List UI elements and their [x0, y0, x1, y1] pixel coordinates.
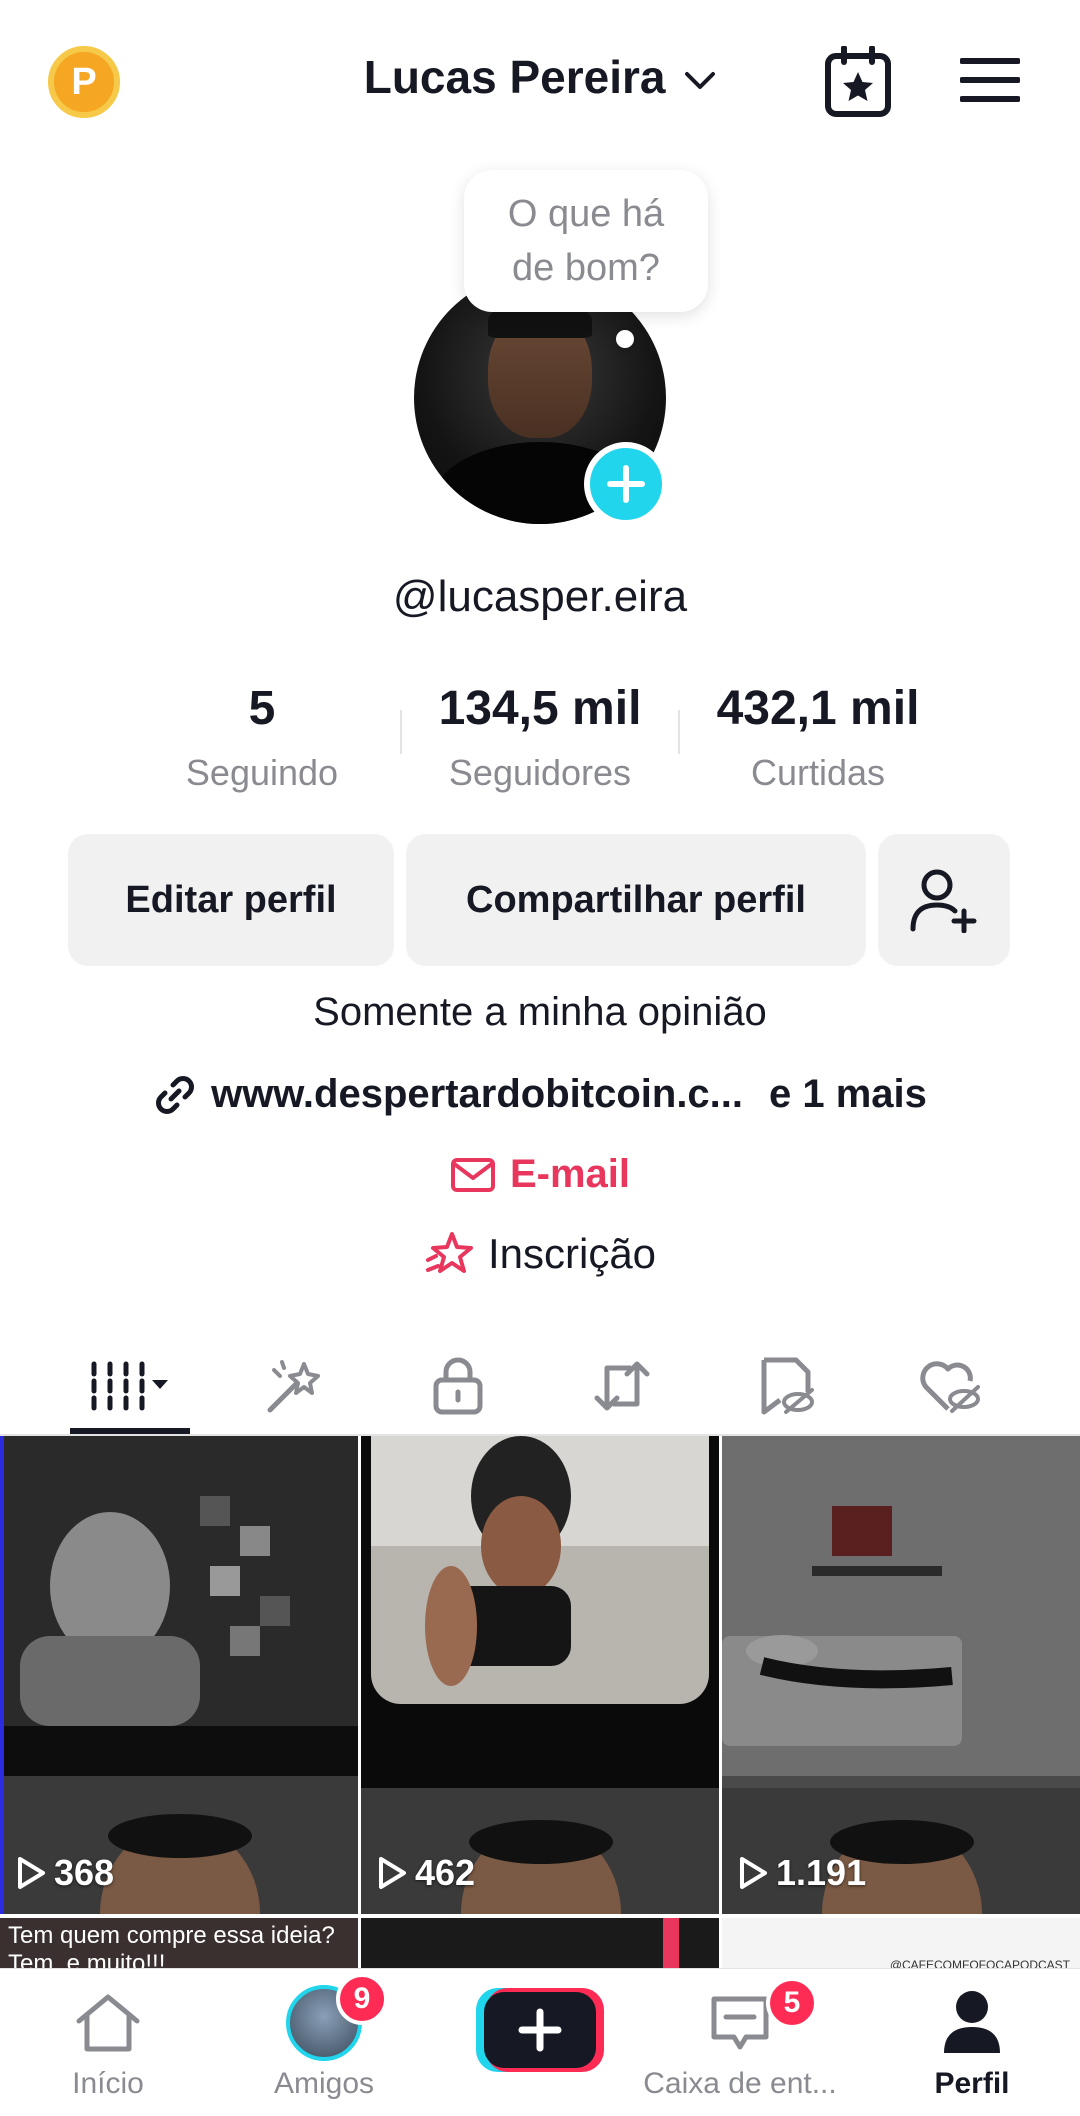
link-icon: [156, 1075, 195, 1114]
home-icon: [76, 1994, 140, 2052]
video-thumbnail[interactable]: 368: [0, 1436, 358, 1914]
profile-icon: [944, 1991, 1000, 2053]
friends-badge: 9: [336, 1973, 388, 2025]
magic-wand-icon: [267, 1360, 320, 1413]
view-count: 368: [16, 1852, 114, 1894]
more-links[interactable]: e 1 mais: [769, 1072, 927, 1117]
profile-name: Lucas Pereira: [363, 51, 666, 103]
nav-profile-label: Perfil: [934, 2067, 1010, 2100]
repost-icon: [594, 1361, 650, 1411]
stat-likes[interactable]: 432,1 mil Curtidas: [688, 676, 948, 794]
videos-grid-icon: [91, 1361, 168, 1411]
thumbnail-image: [361, 1436, 719, 1914]
account-switcher[interactable]: Lucas Pereira: [0, 50, 1080, 104]
video-thumbnail[interactable]: 1.191: [722, 1436, 1080, 1914]
nav-profile[interactable]: Perfil: [872, 1985, 1072, 2115]
nav-home[interactable]: Início: [8, 1985, 208, 2115]
play-icon: [740, 1857, 767, 1889]
view-count-value: 368: [54, 1852, 115, 1893]
stat-divider: [678, 710, 680, 754]
website-link-text: www.despertardobitcoin.c...: [211, 1072, 744, 1116]
liked-hidden-icon: [920, 1361, 980, 1413]
stat-divider: [400, 710, 402, 754]
add-user-icon: [910, 869, 977, 933]
plus-icon: [607, 465, 645, 503]
nav-friends[interactable]: 9 Amigos: [224, 1973, 424, 2115]
username: @lucasper.eira: [392, 572, 688, 621]
status-bubble[interactable]: O que há de bom?: [464, 170, 708, 312]
thumbnail-image: [0, 1436, 358, 1914]
video-thumbnail[interactable]: 462: [361, 1436, 719, 1914]
tab-reposts[interactable]: [562, 1336, 682, 1436]
create-button[interactable]: [476, 1988, 604, 2072]
nav-inbox-label: Caixa de ent...: [643, 2067, 837, 2100]
share-profile-label: Compartilhar perfil: [466, 878, 806, 921]
inbox-badge: 5: [766, 1977, 818, 2029]
email-link[interactable]: E-mail: [0, 1152, 1080, 1197]
edit-profile-label: Editar perfil: [125, 878, 337, 921]
email-link-text: E-mail: [509, 1152, 631, 1196]
stat-likes-label: Curtidas: [750, 752, 886, 793]
stats-row: 5 Seguindo 134,5 mil Seguidores 432,1 mi…: [0, 676, 1080, 806]
stat-following-value: 5: [248, 682, 276, 735]
stat-following[interactable]: 5 Seguindo: [132, 676, 392, 794]
calendar-star-icon[interactable]: [824, 46, 892, 118]
view-count-value: 1.191: [776, 1852, 867, 1893]
video-grid: 368 462 1.191 Tem quem compre essa ideia…: [0, 1436, 1080, 1968]
video-thumbnail[interactable]: Tem quem compre essa ideia? Tem, e muito…: [0, 1918, 358, 1968]
stat-following-label: Seguindo: [185, 752, 339, 793]
thumbnail-image: [722, 1436, 1080, 1914]
tab-private[interactable]: [398, 1336, 518, 1436]
top-bar: P Lucas Pereira: [0, 0, 1080, 160]
view-count: 462: [377, 1852, 475, 1894]
bubble-tail: [616, 330, 634, 348]
bio-text: Somente a minha opinião: [313, 990, 767, 1034]
nav-friends-label: Amigos: [273, 2067, 375, 2100]
view-count: 1.191: [738, 1852, 866, 1894]
status-bubble-text: O que há de bom?: [507, 193, 665, 289]
nav-inbox[interactable]: 5 Caixa de ent...: [640, 1977, 840, 2115]
stat-followers-label: Seguidores: [448, 752, 632, 793]
thumbnail-accent: [663, 1918, 679, 1968]
tab-liked[interactable]: [890, 1336, 1010, 1436]
subscription-text: Inscrição: [487, 1230, 657, 1277]
tab-saved[interactable]: [726, 1336, 846, 1436]
play-icon: [379, 1857, 406, 1889]
add-friend-button[interactable]: [878, 834, 1010, 966]
video-watermark: @CAFECOMFOFOCAPODCAST: [889, 1958, 1070, 1968]
play-icon: [18, 1857, 45, 1889]
saved-hidden-icon: [761, 1357, 814, 1415]
view-count-value: 462: [415, 1852, 476, 1893]
tab-videos[interactable]: [70, 1336, 190, 1436]
tab-effects[interactable]: [234, 1336, 354, 1436]
inbox-icon: [711, 1996, 769, 2050]
stat-likes-value: 432,1 mil: [716, 682, 920, 735]
chevron-down-icon: [685, 71, 716, 89]
profile-tabs: [0, 1336, 1080, 1436]
video-thumbnail[interactable]: @CAFECOMFOFOCAPODCAST: [722, 1918, 1080, 1968]
edit-profile-button[interactable]: Editar perfil: [68, 834, 394, 966]
menu-icon[interactable]: [960, 56, 1020, 104]
active-tab-indicator: [70, 1428, 190, 1434]
video-thumbnail[interactable]: [361, 1918, 719, 1968]
subscription-link[interactable]: Inscrição: [0, 1230, 1080, 1278]
mail-icon: [450, 1157, 495, 1192]
lock-icon: [433, 1357, 483, 1415]
nav-home-label: Início: [72, 2067, 144, 2100]
add-story-button[interactable]: [584, 442, 668, 526]
stat-followers[interactable]: 134,5 mil Seguidores: [410, 676, 670, 794]
subscription-star-icon: [425, 1232, 473, 1273]
video-caption: Tem quem compre essa ideia? Tem, e muito…: [8, 1922, 335, 1968]
share-profile-button[interactable]: Compartilhar perfil: [406, 834, 866, 966]
stat-followers-value: 134,5 mil: [438, 682, 642, 735]
website-link[interactable]: www.despertardobitcoin.c... e 1 mais: [0, 1072, 1080, 1117]
